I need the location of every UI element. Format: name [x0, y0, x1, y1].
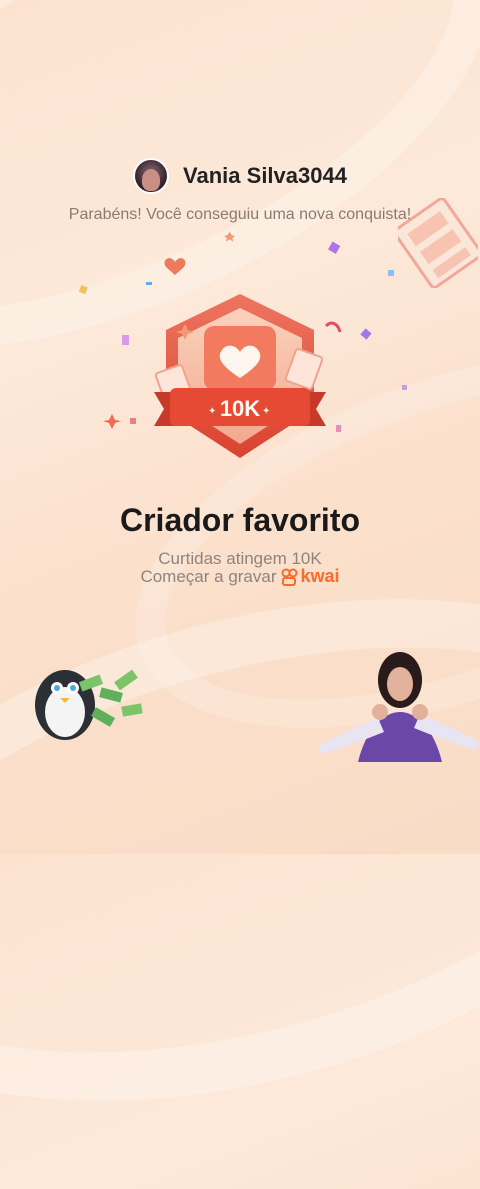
record-prompt-row[interactable]: Começar a gravar kwai: [0, 566, 480, 587]
username[interactable]: Vania Silva3044: [183, 163, 347, 189]
kwai-logo-icon: [281, 568, 299, 586]
user-row: Vania Silva3044: [0, 158, 480, 194]
svg-text:✦: ✦: [208, 406, 216, 417]
svg-text:✦: ✦: [262, 406, 270, 417]
thumbs-up-sticker: [318, 652, 480, 762]
record-prompt[interactable]: Começar a gravar: [140, 567, 276, 587]
congrats-message: Parabéns! Você conseguiu uma nova conqui…: [68, 206, 412, 223]
penguin-money-sticker: [35, 669, 143, 740]
achievement-badge: ✦ ✦ 10K: [154, 294, 326, 458]
badge-label: 10K: [220, 396, 260, 421]
kwai-brand: kwai: [300, 566, 340, 586]
avatar[interactable]: [133, 158, 170, 194]
achievement-title: Criador favorito: [119, 502, 361, 538]
